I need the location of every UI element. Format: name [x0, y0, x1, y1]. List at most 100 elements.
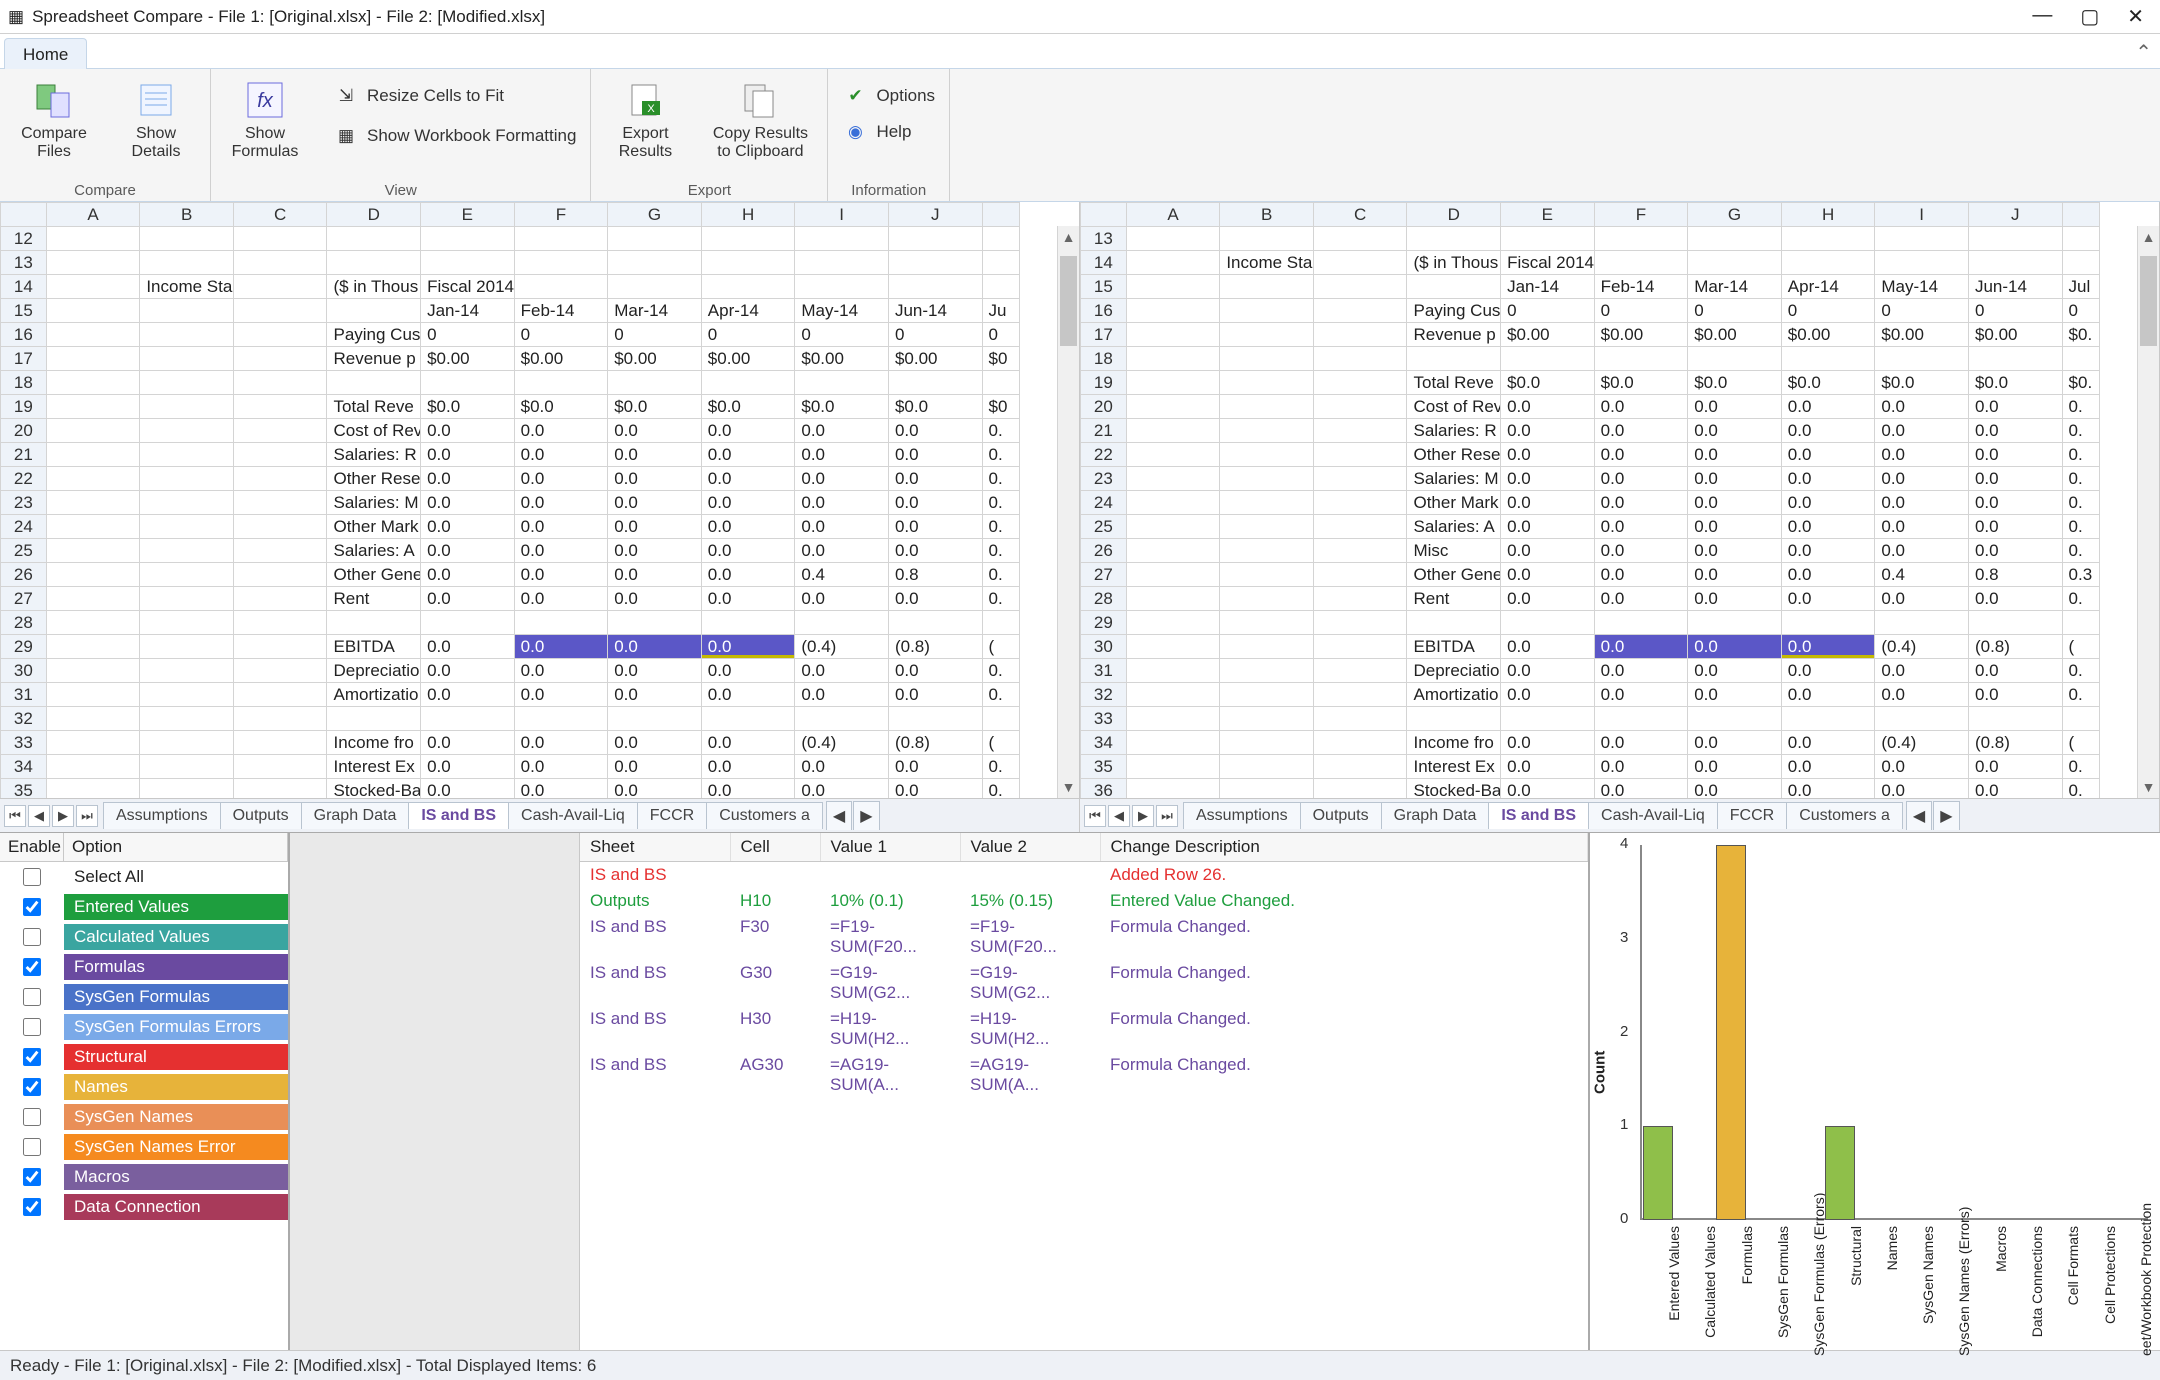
table-row[interactable]: 20Cost of Rev0.00.00.00.00.00.00. [1081, 395, 2100, 419]
table-row[interactable]: 16Paying Cus0000000 [1081, 299, 2100, 323]
result-row[interactable]: IS and BSAG30=AG19-SUM(A...=AG19-SUM(A..… [580, 1052, 1588, 1098]
option-checkbox[interactable] [23, 1108, 41, 1126]
sheet-tab[interactable]: Cash-Avail-Liq [1588, 802, 1718, 829]
option-row[interactable]: Select All [0, 862, 288, 892]
table-row[interactable]: 33 [1081, 707, 2100, 731]
table-row[interactable]: 26Other Gene0.00.00.00.00.40.80. [1, 563, 1020, 587]
table-row[interactable]: 22Other Rese0.00.00.00.00.00.00. [1081, 443, 2100, 467]
sheet-scroll-end[interactable]: ◀▶ [1907, 801, 1960, 830]
maximize-icon[interactable]: ▢ [2080, 4, 2099, 29]
option-checkbox[interactable] [23, 1018, 41, 1036]
compare-files-button[interactable]: Compare Files [12, 73, 96, 180]
show-wb-format-button[interactable]: ▦Show Workbook Formatting [331, 119, 578, 153]
table-row[interactable]: 20Cost of Rev0.00.00.00.00.00.00. [1, 419, 1020, 443]
table-row[interactable]: 23Salaries: M0.00.00.00.00.00.00. [1, 491, 1020, 515]
table-row[interactable]: 21Salaries: R0.00.00.00.00.00.00. [1, 443, 1020, 467]
copy-results-button[interactable]: Copy Results to Clipboard [705, 73, 815, 180]
sheet-tab[interactable]: Assumptions [1183, 802, 1301, 829]
table-row[interactable]: 27Other Gene0.00.00.00.00.40.80.3 [1081, 563, 2100, 587]
table-row[interactable]: 34Interest Ex0.00.00.00.00.00.00. [1, 755, 1020, 779]
table-row[interactable]: 14Income Sta($ in ThousFiscal 2014 [1081, 251, 2100, 275]
show-details-button[interactable]: Show Details [114, 73, 198, 180]
table-row[interactable]: 30Depreciatio0.00.00.00.00.00.00. [1, 659, 1020, 683]
result-row[interactable]: IS and BSAdded Row 26. [580, 862, 1588, 889]
sheet-tab[interactable]: Cash-Avail-Liq [508, 802, 638, 829]
result-row[interactable]: IS and BSF30=F19-SUM(F20...=F19-SUM(F20.… [580, 914, 1588, 960]
resize-cells-button[interactable]: ⇲Resize Cells to Fit [331, 79, 578, 113]
close-icon[interactable]: ✕ [2127, 4, 2144, 29]
table-row[interactable]: 21Salaries: R0.00.00.00.00.00.00. [1081, 419, 2100, 443]
sheet-scroll-end[interactable]: ◀▶ [827, 801, 880, 830]
minimize-icon[interactable]: — [2032, 4, 2052, 29]
export-results-button[interactable]: X Export Results [603, 73, 687, 180]
spreadsheet-grid-right[interactable]: ABCDEFGHIJ1314Income Sta($ in ThousFisca… [1080, 202, 2159, 798]
option-row[interactable]: Data Connection [0, 1192, 288, 1222]
results-table[interactable]: SheetCellValue 1Value 2Change Descriptio… [580, 833, 1588, 1098]
option-row[interactable]: Calculated Values [0, 922, 288, 952]
table-row[interactable]: 28 [1, 611, 1020, 635]
option-row[interactable]: Entered Values [0, 892, 288, 922]
table-row[interactable]: 22Other Rese0.00.00.00.00.00.00. [1, 467, 1020, 491]
sheet-tab[interactable]: IS and BS [1488, 802, 1589, 829]
sheet-tab[interactable]: FCCR [637, 802, 707, 829]
option-row[interactable]: Macros [0, 1162, 288, 1192]
table-row[interactable]: 19Total Reve$0.0$0.0$0.0$0.0$0.0$0.0$0 [1, 395, 1020, 419]
sheet-tab[interactable]: FCCR [1717, 802, 1787, 829]
table-row[interactable]: 28Rent0.00.00.00.00.00.00. [1081, 587, 2100, 611]
table-row[interactable]: 35Stocked-Ba0.00.00.00.00.00.00. [1, 779, 1020, 799]
ribbon-collapse-icon[interactable]: ⌃ [2135, 40, 2152, 65]
option-checkbox[interactable] [23, 988, 41, 1006]
options-button[interactable]: ✔Options [840, 79, 937, 113]
option-checkbox[interactable] [23, 1138, 41, 1156]
option-row[interactable]: Structural [0, 1042, 288, 1072]
table-row[interactable]: 15Jan-14Feb-14Mar-14Apr-14May-14Jun-14Ju [1, 299, 1020, 323]
table-row[interactable]: 17Revenue p$0.00$0.00$0.00$0.00$0.00$0.0… [1081, 323, 2100, 347]
table-row[interactable]: 18 [1, 371, 1020, 395]
table-row[interactable]: 31Amortizatio0.00.00.00.00.00.00. [1, 683, 1020, 707]
table-row[interactable]: 12 [1, 227, 1020, 251]
option-checkbox[interactable] [23, 958, 41, 976]
table-row[interactable]: 19Total Reve$0.0$0.0$0.0$0.0$0.0$0.0$0. [1081, 371, 2100, 395]
option-checkbox[interactable] [23, 868, 41, 886]
option-checkbox[interactable] [23, 1198, 41, 1216]
show-formulas-button[interactable]: fx Show Formulas [223, 73, 307, 180]
result-row[interactable]: IS and BSG30=G19-SUM(G2...=G19-SUM(G2...… [580, 960, 1588, 1006]
help-button[interactable]: ◉Help [840, 115, 913, 149]
table-row[interactable]: 36Stocked-Ba0.00.00.00.00.00.00. [1081, 779, 2100, 799]
table-row[interactable]: 32Amortizatio0.00.00.00.00.00.00. [1081, 683, 2100, 707]
table-row[interactable]: 34Income fro0.00.00.00.0(0.4)(0.8)( [1081, 731, 2100, 755]
table-row[interactable]: 29EBITDA0.00.00.00.0(0.4)(0.8)( [1, 635, 1020, 659]
sheet-tab[interactable]: Customers a [1786, 802, 1903, 829]
sheet-nav[interactable]: ⏮◀▶⏭ [1084, 805, 1178, 827]
table-row[interactable]: 35Interest Ex0.00.00.00.00.00.00. [1081, 755, 2100, 779]
table-row[interactable]: 32 [1, 707, 1020, 731]
table-row[interactable]: 23Salaries: M0.00.00.00.00.00.00. [1081, 467, 2100, 491]
sheet-tab[interactable]: Outputs [220, 802, 302, 829]
sheet-nav[interactable]: ⏮◀▶⏭ [4, 805, 98, 827]
spreadsheet-grid-left[interactable]: ABCDEFGHIJ121314Income Sta($ in ThousFis… [0, 202, 1079, 798]
sheet-tab[interactable]: Customers a [706, 802, 823, 829]
table-row[interactable]: 13 [1081, 227, 2100, 251]
option-row[interactable]: SysGen Names [0, 1102, 288, 1132]
table-row[interactable]: 15Jan-14Feb-14Mar-14Apr-14May-14Jun-14Ju… [1081, 275, 2100, 299]
table-row[interactable]: 31Depreciatio0.00.00.00.00.00.00. [1081, 659, 2100, 683]
option-checkbox[interactable] [23, 1048, 41, 1066]
table-row[interactable]: 30EBITDA0.00.00.00.0(0.4)(0.8)( [1081, 635, 2100, 659]
option-checkbox[interactable] [23, 1168, 41, 1186]
table-row[interactable]: 24Other Mark0.00.00.00.00.00.00. [1081, 491, 2100, 515]
table-row[interactable]: 24Other Mark0.00.00.00.00.00.00. [1, 515, 1020, 539]
table-row[interactable]: 26Misc0.00.00.00.00.00.00. [1081, 539, 2100, 563]
ribbon-tab-home[interactable]: Home [4, 38, 87, 69]
table-row[interactable]: 17Revenue p$0.00$0.00$0.00$0.00$0.00$0.0… [1, 347, 1020, 371]
sheet-tab[interactable]: Outputs [1300, 802, 1382, 829]
sheet-tab[interactable]: Graph Data [301, 802, 410, 829]
sheet-tab[interactable]: Graph Data [1381, 802, 1490, 829]
sheet-tab[interactable]: Assumptions [103, 802, 221, 829]
option-checkbox[interactable] [23, 1078, 41, 1096]
table-row[interactable]: 33Income fro0.00.00.00.0(0.4)(0.8)( [1, 731, 1020, 755]
table-row[interactable]: 27Rent0.00.00.00.00.00.00. [1, 587, 1020, 611]
table-row[interactable]: 16Paying Cus0000000 [1, 323, 1020, 347]
table-row[interactable]: 29 [1081, 611, 2100, 635]
vscrollbar-left[interactable]: ▲▼ [1057, 226, 1079, 798]
table-row[interactable]: 25Salaries: A0.00.00.00.00.00.00. [1081, 515, 2100, 539]
